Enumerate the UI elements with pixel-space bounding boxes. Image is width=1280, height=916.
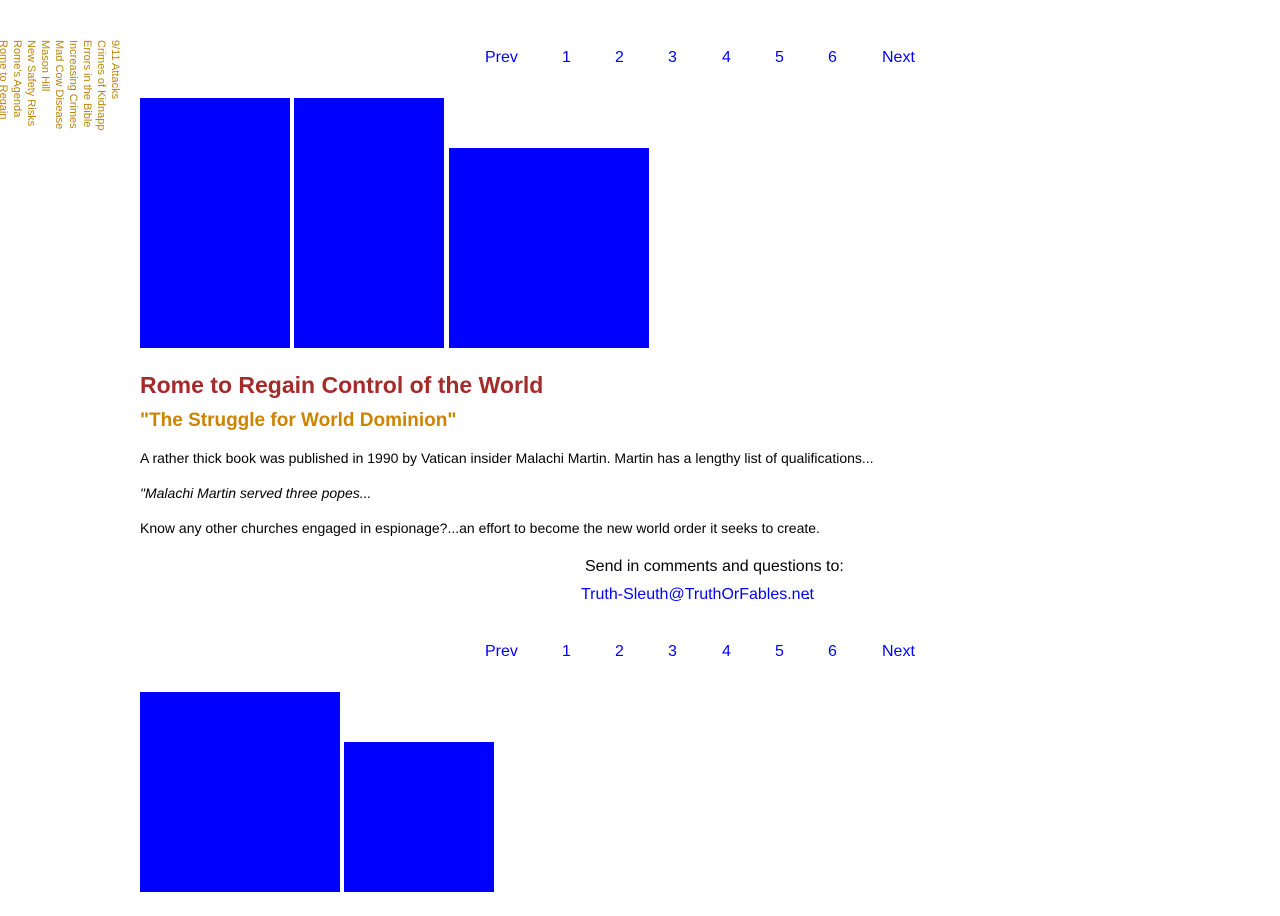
contact-text: Send in comments and questions to: xyxy=(585,558,844,575)
pagination-bottom: Prev 1 2 3 4 5 6 Next xyxy=(0,641,1280,665)
page-1-link[interactable]: 1 xyxy=(562,47,571,69)
image-placeholder xyxy=(344,742,494,892)
prev-link[interactable]: Prev xyxy=(485,641,518,663)
page-subtitle: "The Struggle for World Dominion" xyxy=(140,410,457,431)
image-placeholder xyxy=(294,98,444,348)
page-5-link[interactable]: 5 xyxy=(775,47,784,69)
pagination-top: Prev 1 2 3 4 5 6 Next xyxy=(0,47,1280,71)
page-3-link[interactable]: 3 xyxy=(668,47,677,69)
image-placeholder xyxy=(140,98,290,348)
contact-period: . xyxy=(806,586,811,603)
email-link[interactable]: Truth-Sleuth@TruthOrFables.net xyxy=(581,585,814,605)
article-paragraph: A rather thick book was published in 199… xyxy=(140,450,874,466)
page-6-link[interactable]: 6 xyxy=(828,641,837,663)
page-4-link[interactable]: 4 xyxy=(722,47,731,69)
article-quote: "Malachi Martin served three popes... xyxy=(140,485,372,501)
page-5-link[interactable]: 5 xyxy=(775,641,784,663)
page-1-link[interactable]: 1 xyxy=(562,641,571,663)
next-link[interactable]: Next xyxy=(882,47,915,69)
page-2-link[interactable]: 2 xyxy=(615,641,624,663)
page-3-link[interactable]: 3 xyxy=(668,641,677,663)
page-title: Rome to Regain Control of the World xyxy=(140,372,544,398)
image-placeholder xyxy=(140,692,340,892)
page-6-link[interactable]: 6 xyxy=(828,47,837,69)
next-link[interactable]: Next xyxy=(882,641,915,663)
page-4-link[interactable]: 4 xyxy=(722,641,731,663)
prev-link[interactable]: Prev xyxy=(485,47,518,69)
image-placeholder xyxy=(449,148,649,348)
page-2-link[interactable]: 2 xyxy=(615,47,624,69)
article-paragraph: Know any other churches engaged in espio… xyxy=(140,520,820,536)
